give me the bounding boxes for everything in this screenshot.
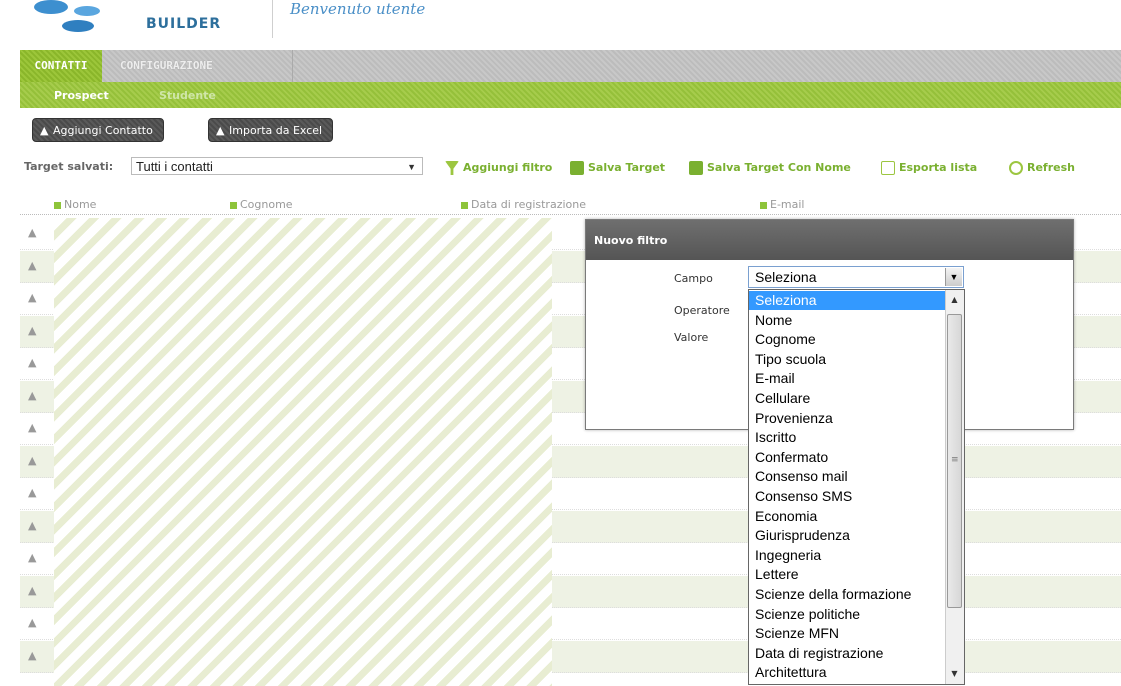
subtab-studente[interactable]: Studente — [159, 82, 216, 108]
operatore-label: Operatore — [674, 304, 730, 317]
dropdown-option[interactable]: Consenso SMS — [749, 487, 947, 506]
header-divider — [272, 0, 273, 38]
save-icon — [570, 161, 584, 175]
dropdown-option[interactable]: Provenienza — [749, 409, 947, 428]
logo: BUILDER — [34, 0, 220, 40]
user-icon: ▲ — [28, 616, 37, 629]
dropdown-option[interactable]: Consenso mail — [749, 467, 947, 486]
add-filter-label: Aggiungi filtro — [463, 161, 553, 174]
dropdown-option[interactable]: Architettura — [749, 663, 947, 682]
user-icon: ▲ — [28, 486, 37, 499]
scroll-down-icon[interactable]: ▼ — [947, 666, 962, 682]
export-list-label: Esporta lista — [899, 161, 978, 174]
tab-contatti[interactable]: CONTATTI — [20, 50, 102, 82]
column-header-cognome[interactable]: Cognome — [230, 198, 293, 211]
user-icon: ▲ — [28, 323, 37, 337]
dialog-title: Nuovo filtro — [586, 220, 1073, 260]
add-contact-button[interactable]: ▲ Aggiungi Contatto — [32, 118, 164, 142]
add-contact-label: Aggiungi Contatto — [53, 124, 153, 137]
dropdown-scrollbar[interactable]: ▲ ≡ ▼ — [945, 290, 964, 684]
dropdown-option[interactable]: Seleziona — [749, 291, 947, 310]
user-icon: ▲ — [40, 124, 49, 137]
dropdown-option[interactable]: Scienze MFN — [749, 624, 947, 643]
filter-toolbar: Target salvati: Tutti i contatti ▼ Aggiu… — [0, 152, 1121, 182]
user-icon: ▲ — [216, 124, 225, 137]
save-target-label: Salva Target — [588, 161, 666, 174]
refresh-icon — [1009, 161, 1023, 175]
export-list-button[interactable]: Esporta lista — [881, 161, 977, 175]
sub-tabbar: Prospect Studente — [20, 82, 1121, 108]
campo-dropdown-list[interactable]: Seleziona Nome Cognome Tipo scuola E-mail Cel… — [748, 289, 965, 685]
export-icon — [881, 161, 895, 175]
dropdown-option[interactable]: Ingegneria — [749, 546, 947, 565]
import-excel-button[interactable]: ▲ Importa da Excel — [208, 118, 334, 142]
save-target-as-button[interactable]: Salva Target Con Nome — [689, 161, 851, 175]
dropdown-option[interactable]: Economia — [749, 507, 947, 526]
add-filter-button[interactable]: Aggiungi filtro — [445, 161, 552, 175]
user-icon: ▲ — [28, 648, 37, 662]
user-icon: ▲ — [28, 421, 37, 434]
valore-label: Valore — [674, 331, 709, 344]
column-header-nome[interactable]: Nome — [54, 198, 96, 211]
app-header: BUILDER Benvenuto utente — [0, 0, 1121, 48]
scrollbar-thumb[interactable]: ≡ — [947, 314, 962, 608]
column-header-email[interactable]: E-mail — [760, 198, 805, 211]
user-icon: ▲ — [28, 388, 37, 402]
chevron-down-icon: ▼ — [407, 162, 416, 172]
dropdown-option[interactable]: Tipo scuola — [749, 350, 947, 369]
tab-configurazione[interactable]: CONFIGURAZIONE — [112, 50, 221, 82]
subtab-prospect[interactable]: Prospect — [54, 82, 109, 108]
user-icon: ▲ — [28, 551, 37, 564]
user-icon: ▲ — [28, 518, 37, 532]
grip-icon: ≡ — [951, 455, 959, 465]
refresh-button[interactable]: Refresh — [1009, 161, 1075, 175]
save-as-icon — [689, 161, 703, 175]
user-icon: ▲ — [28, 258, 37, 272]
campo-select-value: Seleziona — [755, 269, 817, 285]
campo-select[interactable]: Seleziona ▼ — [748, 266, 964, 288]
welcome-text: Benvenuto utente — [290, 0, 426, 18]
target-select-value: Tutti i contatti — [136, 159, 213, 174]
user-icon: ▲ — [28, 583, 37, 597]
save-target-button[interactable]: Salva Target — [570, 161, 665, 175]
column-header-data-registrazione[interactable]: Data di registrazione — [461, 198, 586, 211]
main-tabbar: CONTATTI CONFIGURAZIONE — [20, 50, 1121, 82]
target-label: Target salvati: — [24, 160, 114, 173]
user-icon: ▲ — [28, 356, 37, 369]
user-icon: ▲ — [28, 453, 37, 467]
dropdown-option[interactable]: Cognome — [749, 330, 947, 349]
funnel-icon — [445, 161, 459, 175]
dropdown-option[interactable]: Scienze della formazione — [749, 585, 947, 604]
dropdown-option[interactable]: Nome — [749, 311, 947, 330]
import-excel-label: Importa da Excel — [229, 124, 323, 137]
refresh-label: Refresh — [1027, 161, 1075, 174]
dropdown-option[interactable]: Iscritto — [749, 428, 947, 447]
scroll-up-icon[interactable]: ▲ — [947, 292, 962, 308]
user-icon: ▲ — [28, 226, 37, 239]
grid-header: Nome Cognome Data di registrazione E-mai… — [20, 194, 1121, 215]
save-target-as-label: Salva Target Con Nome — [707, 161, 851, 174]
target-select[interactable]: Tutti i contatti ▼ — [131, 157, 423, 175]
dropdown-option[interactable]: Lettere — [749, 565, 947, 584]
dropdown-option[interactable]: Data di registrazione — [749, 644, 947, 663]
logo-text: BUILDER — [146, 16, 222, 32]
campo-label: Campo — [674, 272, 713, 285]
dropdown-option[interactable]: Scienze politiche — [749, 605, 947, 624]
dropdown-option[interactable]: Confermato — [749, 448, 947, 467]
chevron-down-icon[interactable]: ▼ — [945, 268, 962, 286]
dropdown-option[interactable]: E-mail — [749, 369, 947, 388]
dropdown-option[interactable]: Giurisprudenza — [749, 526, 947, 545]
loading-overlay — [54, 218, 552, 686]
dropdown-option[interactable]: Cellulare — [749, 389, 947, 408]
user-icon: ▲ — [28, 291, 37, 304]
tab-separator — [292, 50, 293, 82]
